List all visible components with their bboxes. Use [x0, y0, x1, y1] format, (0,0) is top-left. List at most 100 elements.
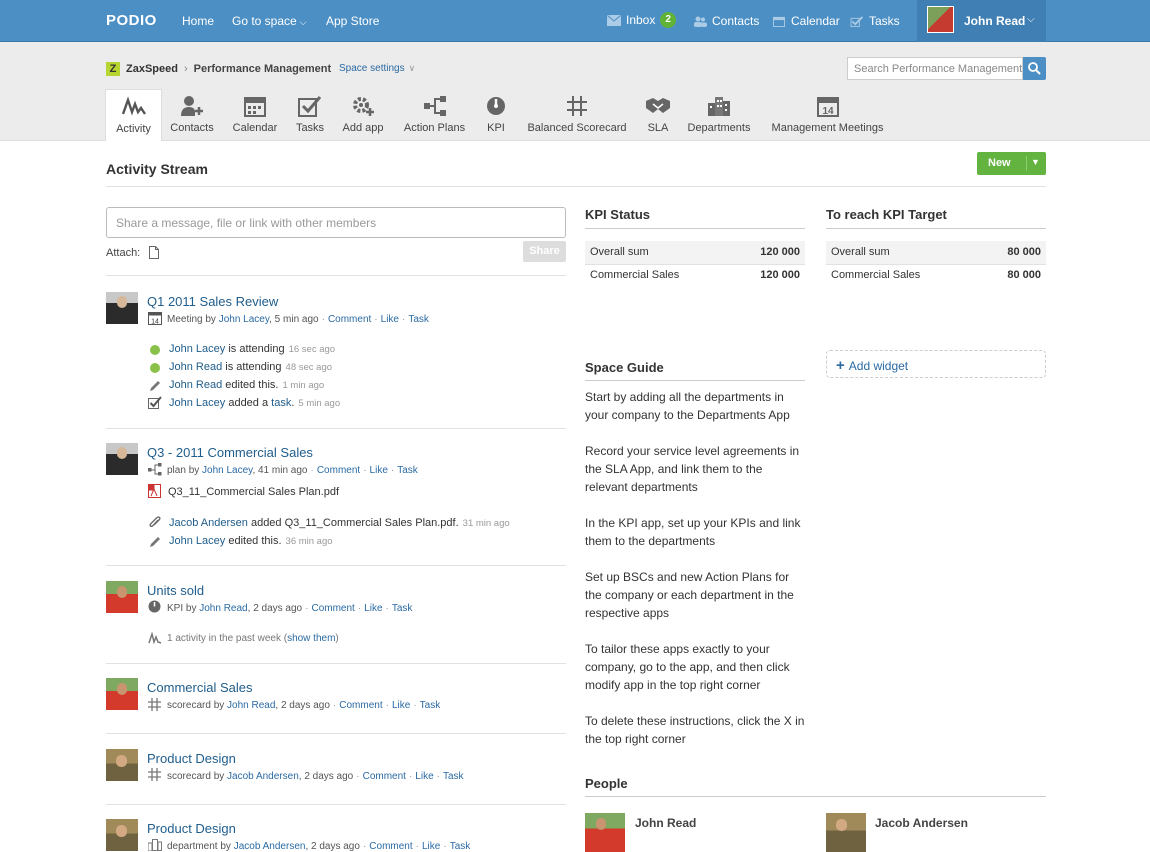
org-logo-icon: Z — [106, 62, 120, 76]
share-input[interactable]: Share a message, file or link with other… — [106, 207, 566, 238]
attached-file-link[interactable]: Q3_11_Commercial Sales Plan.pdf — [168, 486, 339, 498]
feed-item-title[interactable]: Q1 2011 Sales Review — [147, 294, 278, 309]
subitem-user[interactable]: John Lacey — [169, 343, 225, 355]
chevron-down-icon[interactable]: ▼ — [1031, 157, 1040, 167]
guide-paragraph: In the KPI app, set up your KPIs and lin… — [585, 516, 801, 548]
task-link[interactable]: Task — [392, 603, 413, 614]
avatar[interactable] — [106, 678, 138, 710]
task-link[interactable]: Task — [420, 700, 441, 711]
new-button[interactable]: New ▼ — [977, 152, 1046, 175]
comment-link[interactable]: Comment — [339, 700, 382, 711]
nav-go-to-space[interactable]: Go to space ⌵ — [232, 14, 307, 28]
avatar[interactable] — [585, 813, 625, 852]
tab-balanced-scorecard[interactable]: Balanced Scorecard — [521, 89, 633, 141]
feed-item-author[interactable]: Jacob Andersen — [234, 841, 306, 852]
inbox-link[interactable]: Inbox 2 — [607, 12, 676, 28]
feed-item-title[interactable]: Product Design — [147, 821, 236, 836]
calendar-icon — [244, 97, 266, 117]
contacts-link[interactable]: Contacts — [693, 14, 759, 28]
subitem-user[interactable]: John Lacey — [169, 397, 225, 409]
breadcrumb-space[interactable]: Performance Management — [194, 63, 332, 75]
subitem-user[interactable]: John Lacey — [169, 535, 225, 547]
podio-logo[interactable]: PODIO — [106, 12, 157, 29]
space-settings-label: Space settings — [339, 63, 405, 74]
tab-action-plans[interactable]: Action Plans — [397, 89, 472, 141]
subitem-user[interactable]: John Read — [169, 361, 222, 373]
subitem-user[interactable]: Jacob Andersen — [169, 517, 248, 529]
subitem-tail: . — [291, 397, 295, 409]
share-button[interactable]: Share — [523, 241, 566, 262]
person-name[interactable]: Jacob Andersen — [875, 816, 968, 830]
avatar[interactable] — [106, 581, 138, 613]
space-settings-dropdown[interactable]: Space settings ∨ — [339, 63, 415, 74]
search-button[interactable] — [1023, 57, 1046, 80]
tab-label: Departments — [687, 122, 751, 134]
add-contact-icon — [181, 96, 203, 116]
subitem-user[interactable]: John Read — [169, 379, 222, 391]
show-them-link[interactable]: show them — [287, 633, 335, 644]
comment-link[interactable]: Comment — [369, 841, 412, 852]
like-link[interactable]: Like — [392, 700, 410, 711]
calendar-icon — [773, 16, 785, 27]
feed-item-author[interactable]: John Read — [227, 700, 275, 711]
subitem-text: edited this. — [228, 535, 282, 547]
avatar[interactable] — [106, 819, 138, 851]
comment-link[interactable]: Comment — [311, 603, 354, 614]
breadcrumb-org[interactable]: ZaxSpeed — [126, 63, 178, 75]
comment-link[interactable]: Comment — [328, 314, 371, 325]
tab-calendar[interactable]: Calendar — [229, 89, 281, 141]
by-word: by — [205, 314, 216, 325]
tab-departments[interactable]: Departments — [683, 89, 755, 141]
feed-item-title[interactable]: Units sold — [147, 583, 204, 598]
kpi-label: Overall sum — [831, 246, 890, 258]
tab-contacts[interactable]: Contacts — [166, 89, 218, 141]
file-attach-icon[interactable] — [149, 246, 159, 259]
like-link[interactable]: Like — [370, 465, 388, 476]
person-name[interactable]: John Read — [635, 816, 696, 830]
tab-sla[interactable]: SLA — [641, 89, 675, 141]
task-link[interactable]: Task — [443, 771, 464, 782]
nav-home[interactable]: Home — [182, 14, 214, 28]
feed-item-author[interactable]: John Lacey — [219, 314, 269, 325]
tab-label: Action Plans — [403, 122, 466, 134]
feed-item-type: scorecard — [167, 771, 211, 782]
tab-add-app[interactable]: Add app — [337, 89, 389, 141]
tab-activity[interactable]: Activity — [105, 89, 162, 141]
divider — [106, 733, 566, 734]
tab-tasks[interactable]: Tasks — [288, 89, 332, 141]
avatar[interactable] — [106, 749, 138, 781]
comment-link[interactable]: Comment — [363, 771, 406, 782]
user-menu[interactable]: John Read ⌵ — [917, 0, 1046, 42]
feed-item-author[interactable]: Jacob Andersen — [227, 771, 299, 782]
feed-item-author[interactable]: John Read — [199, 603, 247, 614]
feed-item-time: 2 days ago — [280, 700, 330, 711]
like-link[interactable]: Like — [422, 841, 440, 852]
avatar[interactable] — [106, 292, 138, 324]
feed-item-title[interactable]: Q3 - 2011 Commercial Sales — [147, 445, 313, 460]
tab-kpi[interactable]: KPI — [480, 89, 512, 141]
search-input[interactable]: Search Performance Management — [847, 57, 1023, 80]
tab-management-meetings[interactable]: 14 Management Meetings — [766, 89, 889, 141]
feed-item-author[interactable]: John Lacey — [202, 465, 252, 476]
add-widget-button[interactable]: + Add widget — [826, 350, 1046, 378]
task-link[interactable]: Task — [450, 841, 471, 852]
feed-item-title[interactable]: Commercial Sales — [147, 680, 252, 695]
tasks-link[interactable]: Tasks — [850, 14, 900, 28]
avatar[interactable] — [826, 813, 866, 852]
feed-item-title[interactable]: Product Design — [147, 751, 236, 766]
like-link[interactable]: Like — [381, 314, 399, 325]
kpi-row: Overall sum 80 000 — [826, 241, 1046, 264]
calendar-link[interactable]: Calendar — [772, 14, 840, 28]
gear-add-icon — [353, 97, 374, 116]
like-link[interactable]: Like — [415, 771, 433, 782]
tab-label: Tasks — [295, 122, 325, 134]
comment-link[interactable]: Comment — [317, 465, 360, 476]
activity-subitem: John Lacey edited this. 36 min ago — [169, 535, 333, 547]
like-link[interactable]: Like — [364, 603, 382, 614]
avatar[interactable] — [106, 443, 138, 475]
subitem-link[interactable]: task — [271, 397, 291, 409]
search-icon — [1028, 62, 1041, 75]
task-link[interactable]: Task — [408, 314, 429, 325]
task-link[interactable]: Task — [397, 465, 418, 476]
nav-app-store[interactable]: App Store — [326, 14, 379, 28]
